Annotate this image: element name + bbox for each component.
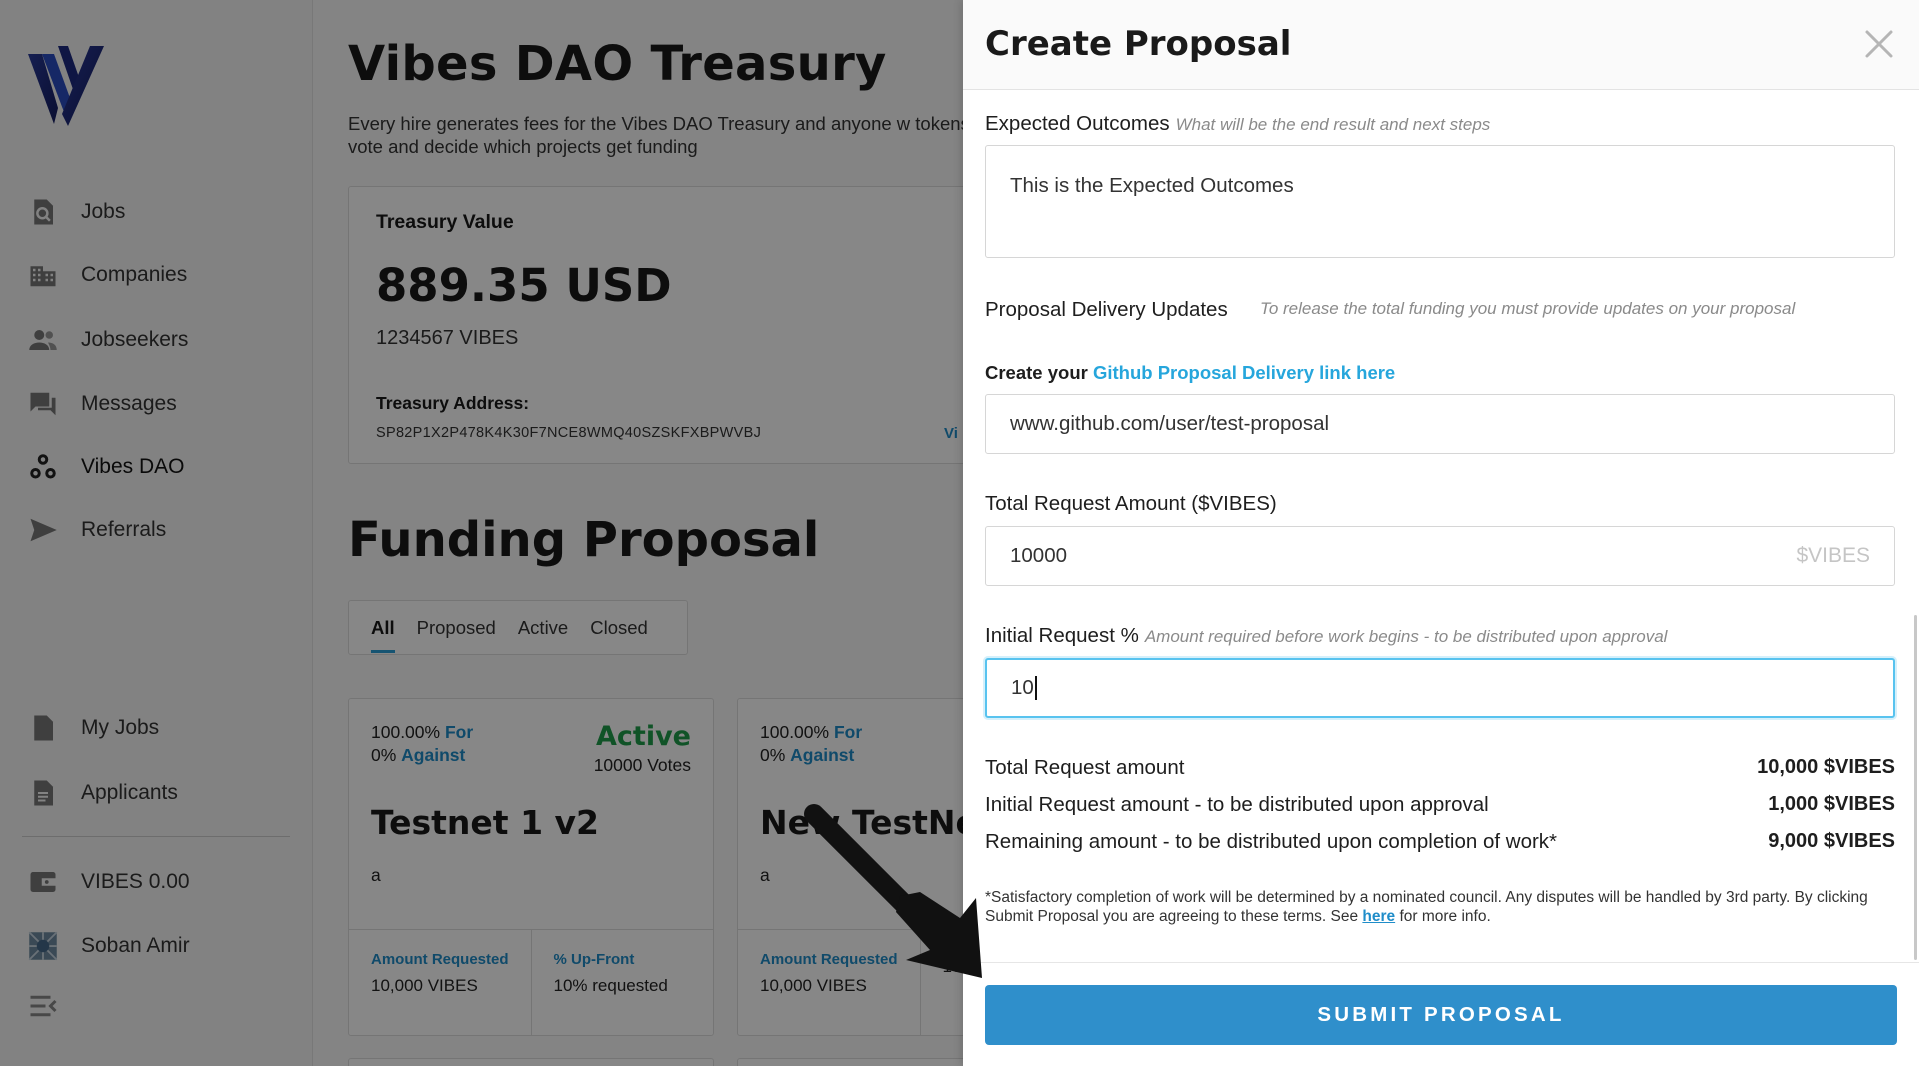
summary-row: Total Request amount 10,000 $VIBES — [985, 756, 1895, 780]
terms-suffix: for more info. — [1399, 908, 1491, 925]
field-label: Expected Outcomes — [985, 112, 1170, 135]
total-request-label: Total Request Amount ($VIBES) — [985, 492, 1277, 515]
field-hint: Amount required before work begins - to … — [1144, 627, 1668, 646]
modal-backdrop[interactable] — [0, 0, 963, 1066]
text-caret — [1034, 676, 1037, 700]
initial-request-label: Initial Request % Amount required before … — [985, 624, 1667, 648]
terms-link[interactable]: here — [1362, 908, 1395, 925]
field-hint: What will be the end result and next ste… — [1175, 115, 1491, 134]
summary-row: Remaining amount - to be distributed upo… — [985, 830, 1895, 854]
github-link[interactable]: Github Proposal Delivery link here — [1093, 362, 1395, 383]
summary-amount: 10,000 $VIBES — [1757, 756, 1895, 778]
summary-amount: 1,000 $VIBES — [1768, 793, 1895, 815]
total-request-value: 10000 — [1010, 544, 1068, 567]
summary-label: Total Request amount — [985, 756, 1185, 779]
terms-text: *Satisfactory completion of work will be… — [985, 888, 1897, 926]
drawer-header: Create Proposal — [963, 0, 1919, 90]
create-proposal-drawer: Create Proposal Expected Outcomes What wi… — [963, 0, 1919, 1066]
delivery-updates-hint: To release the total funding you must pr… — [1260, 299, 1796, 318]
scrollbar[interactable] — [1914, 615, 1917, 960]
submit-proposal-button[interactable]: SUBMIT PROPOSAL — [985, 985, 1897, 1045]
delivery-updates-label: Proposal Delivery Updates — [985, 298, 1228, 321]
initial-request-field[interactable]: 10 — [985, 658, 1895, 718]
total-request-field[interactable]: 10000 $VIBES — [985, 526, 1895, 586]
summary-label: Initial Request amount - to be distribut… — [985, 793, 1489, 816]
github-url-value: www.github.com/user/test-proposal — [1010, 412, 1330, 435]
footer-divider — [963, 962, 1919, 963]
summary-label: Remaining amount - to be distributed upo… — [985, 830, 1558, 853]
github-prefix: Create your — [985, 362, 1088, 383]
currency-suffix: $VIBES — [1796, 544, 1870, 567]
drawer-title: Create Proposal — [985, 24, 1292, 64]
github-instruction: Create your Github Proposal Delivery lin… — [985, 362, 1395, 384]
field-label: Initial Request % — [985, 624, 1139, 647]
summary-amount: 9,000 $VIBES — [1768, 830, 1895, 852]
expected-outcomes-label: Expected Outcomes What will be the end re… — [985, 112, 1490, 136]
summary-row: Initial Request amount - to be distribut… — [985, 793, 1895, 817]
expected-outcomes-field[interactable]: This is the Expected Outcomes — [985, 145, 1895, 258]
github-url-field[interactable]: www.github.com/user/test-proposal — [985, 394, 1895, 454]
close-icon[interactable] — [1859, 24, 1899, 64]
initial-request-value: 10 — [1011, 676, 1034, 699]
